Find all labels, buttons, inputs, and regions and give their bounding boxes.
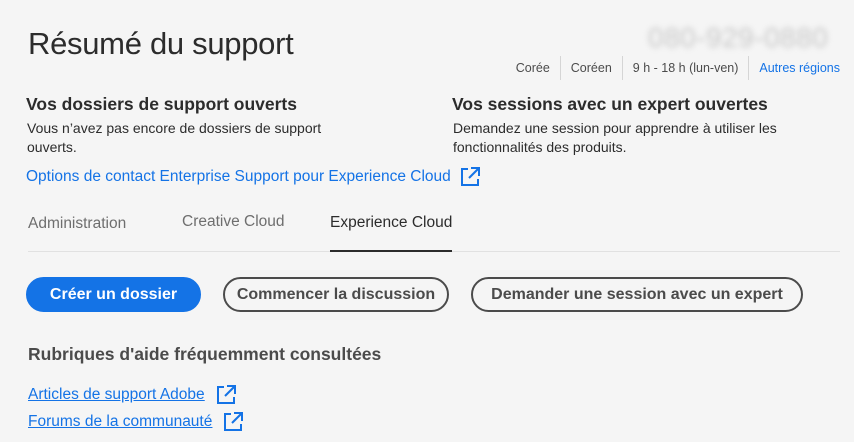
product-tabs: Administration Creative Cloud Experience…	[28, 196, 840, 252]
tab-administration[interactable]: Administration	[28, 196, 126, 252]
external-link-icon	[224, 412, 244, 431]
other-regions-link[interactable]: Autres régions	[748, 56, 840, 80]
tab-creative-cloud[interactable]: Creative Cloud	[182, 194, 285, 250]
help-topics-heading: Rubriques d'aide fréquemment consultées	[28, 344, 382, 364]
region-country: Corée	[515, 61, 550, 75]
help-link-label: Articles de support Adobe	[28, 386, 205, 403]
expert-sessions-section: Vos sessions avec un expert ouvertes Dem…	[452, 94, 812, 157]
external-link-icon	[216, 385, 236, 404]
create-case-button[interactable]: Créer un dossier	[26, 277, 201, 312]
tab-experience-cloud[interactable]: Experience Cloud	[330, 196, 453, 252]
start-chat-button[interactable]: Commencer la discussion	[223, 277, 449, 312]
enterprise-support-link[interactable]: Options de contact Enterprise Support po…	[26, 166, 481, 188]
open-cases-text: Vous n’avez pas encore de dossiers de su…	[27, 120, 322, 155]
help-link-label: Forums de la communauté	[28, 413, 213, 430]
region-bar: Corée Coréen 9 h - 18 h (lun-ven) Autres…	[506, 56, 840, 80]
help-link-community-forums[interactable]: Forums de la communauté	[28, 411, 244, 433]
expert-sessions-text: Demandez une session pour apprendre à ut…	[453, 120, 777, 155]
external-link-icon	[460, 167, 480, 186]
support-phone-number: 080-929-0880	[648, 22, 829, 53]
region-hours: 9 h - 18 h (lun-ven)	[621, 56, 749, 80]
enterprise-support-link-label: Options de contact Enterprise Support po…	[26, 168, 451, 185]
open-cases-heading: Vos dossiers de support ouverts	[26, 94, 297, 114]
request-expert-session-button[interactable]: Demander une session avec un expert	[471, 277, 803, 312]
page-title: Résumé du support	[28, 26, 294, 61]
help-link-support-articles[interactable]: Articles de support Adobe	[28, 384, 237, 406]
open-cases-section: Vos dossiers de support ouverts Vous n’a…	[26, 94, 356, 157]
region-language: Coréen	[559, 56, 622, 80]
expert-sessions-heading: Vos sessions avec un expert ouvertes	[452, 94, 768, 114]
action-buttons: Créer un dossier Commencer la discussion…	[26, 277, 803, 312]
